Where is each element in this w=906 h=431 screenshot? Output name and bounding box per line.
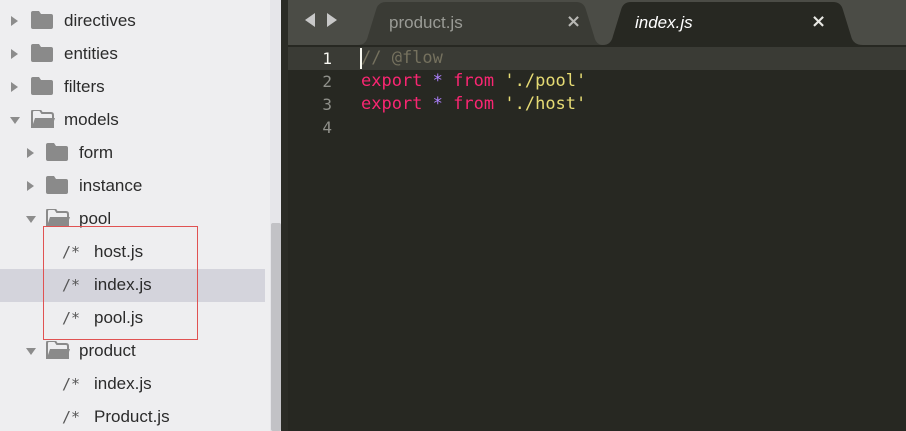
sidebar-item-label: product [79,341,136,360]
chevron-down-icon[interactable] [10,117,20,124]
tab-label: index.js [635,13,693,32]
folder-icon [46,176,68,194]
sidebar-item-label: filters [64,77,105,96]
tab-label: product.js [389,13,463,32]
folder-icon [31,11,53,29]
sidebar-item-models[interactable]: models [0,104,265,137]
chevron-right-icon[interactable] [11,16,18,26]
chevron-right-icon[interactable] [11,49,18,59]
tab-index-js[interactable]: index.js × [603,2,863,45]
chevron-right-icon[interactable] [27,148,34,158]
sidebar-scrollbar-thumb[interactable] [271,223,281,431]
sidebar-item-label: models [64,110,119,129]
chevron-down-icon[interactable] [26,216,36,223]
sidebar-item-label: directives [64,11,136,30]
folder-open-icon [31,110,55,128]
code-line-1: // @flow [361,48,443,68]
code-comment: // @flow [361,48,443,68]
sidebar-item-label: index.js [94,374,152,393]
sidebar-item-filters[interactable]: filters [0,71,265,104]
chevron-down-icon[interactable] [26,348,36,355]
code-keyword: from [453,94,495,114]
code-string: './pool' [504,71,587,91]
line-number: 1 [322,49,332,68]
code-operator: * [432,71,443,91]
code-keyword: from [453,71,495,91]
highlight-box [43,226,198,340]
sidebar-item-label: form [79,143,113,162]
code-operator: * [432,94,443,114]
sidebar-item-directives[interactable]: directives [0,5,265,38]
sidebar-item-entities[interactable]: entities [0,38,265,71]
close-icon[interactable]: × [566,11,581,32]
chevron-right-icon[interactable] [27,181,34,191]
file-icon: /* [62,408,81,426]
line-number: 2 [322,72,332,91]
file-icon: /* [62,375,81,393]
sidebar-divider[interactable] [281,0,288,431]
code-keyword: export [361,71,423,91]
sidebar-item-product-js[interactable]: /* Product.js [0,401,265,431]
file-sidebar: directives entities filters models form [0,0,288,431]
code-line-3: export * from './host' [361,94,586,114]
folder-icon [31,44,53,62]
sidebar-item-instance[interactable]: instance [0,170,265,203]
sidebar-item-label: Product.js [94,407,170,426]
code-editor[interactable]: 1 2 3 4 // @flow export * from './pool' … [288,45,906,431]
line-number: 3 [322,95,332,114]
tab-product-js[interactable]: product.js × [358,2,603,45]
sidebar-item-product-index-js[interactable]: /* index.js [0,368,265,401]
sidebar-item-label: entities [64,44,118,63]
chevron-right-icon[interactable] [11,82,18,92]
sidebar-item-label: instance [79,176,143,195]
arrow-right-icon[interactable] [327,13,337,27]
code-line-2: export * from './pool' [361,71,586,91]
close-icon[interactable]: × [811,11,826,32]
tab-bar: product.js × index.js × [288,0,906,45]
folder-icon [46,143,68,161]
sidebar-item-form[interactable]: form [0,137,265,170]
line-number: 4 [322,118,332,137]
arrow-left-icon[interactable] [305,13,315,27]
code-string: './host' [504,94,587,114]
folder-open-icon [46,341,70,359]
folder-icon [31,77,53,95]
code-keyword: export [361,94,423,114]
